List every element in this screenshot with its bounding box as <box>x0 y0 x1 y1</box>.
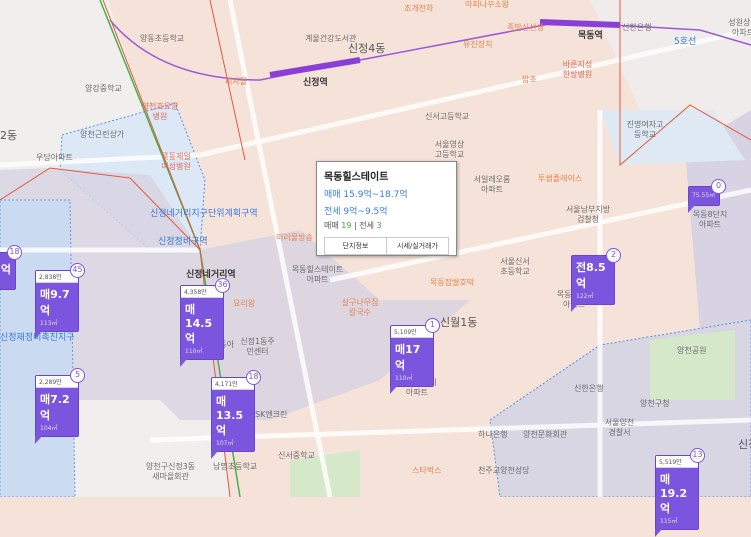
map-label: 목동힐스테이트아파트 <box>291 265 344 284</box>
map-label: 신한은행 <box>622 23 652 32</box>
map-label: 신정정비구역 <box>158 237 208 247</box>
map-label: 서울영상고등학교 <box>434 140 465 159</box>
map-label: 서일레오롬아파트 <box>473 175 511 194</box>
marker-area: 110㎡ <box>395 375 413 382</box>
apartment-price-marker[interactable]: 4,171만 매13.5억 107㎡ 18 <box>211 370 261 459</box>
station-label[interactable]: 신정역 <box>303 78 328 88</box>
listing-count-badge: 18 <box>246 370 261 385</box>
popup-jeonse-range: 전세 9억~9.5억 <box>324 207 388 217</box>
marker-area: 107㎡ <box>216 440 234 447</box>
listing-count-badge: 1 <box>425 318 440 333</box>
map-label: 양강중학교 <box>85 84 122 93</box>
map-label: 성원상떼아파트 <box>728 18 751 37</box>
apartment-price-marker[interactable]: 2,838만 매9.7억 113㎡ 45 <box>35 263 85 339</box>
map-label: 바른지성한방병원 <box>562 60 593 79</box>
marker-price: 매17억 <box>395 343 421 372</box>
map-label: 서울신서초등학교 <box>500 257 530 276</box>
map-label: 살구나무집칼국수 <box>341 298 379 317</box>
marker-price: 매14.5억 <box>185 303 213 345</box>
map-label: 신정1동주민센터 <box>240 337 275 356</box>
listing-count-badge: 2 <box>606 248 621 263</box>
map-label: 아피나꾸소왕 <box>465 0 510 9</box>
complex-info-button[interactable]: 단지정보 <box>325 238 386 254</box>
popup-counts: 매매 19 | 전세 3 <box>324 221 382 230</box>
map-label: 2동 <box>0 129 18 142</box>
apartment-price-marker[interactable]: 전8.5억 122㎡ 2 <box>571 248 621 312</box>
map-label: 목동잡쌀호떡 <box>430 278 475 287</box>
station-label[interactable]: 신정네거리역 <box>186 270 236 280</box>
map-label: 우당아파트 <box>36 153 73 162</box>
listing-count-badge: 45 <box>70 263 85 278</box>
map-label: 족발신선생 <box>507 23 544 32</box>
marker-area: 113㎡ <box>40 320 58 327</box>
map-label: 서울양천경찰서 <box>604 418 635 437</box>
apartment-price-marker[interactable]: 억 18 <box>0 245 22 290</box>
map-label: 양천공원 <box>677 346 707 355</box>
map-label: 진명여자고등학교 <box>626 120 664 139</box>
sale-count-label: 매매 <box>324 221 339 230</box>
map-label: 신한은행 <box>574 384 604 393</box>
park <box>650 330 735 400</box>
map-label: 투썸플레이스 <box>538 174 583 183</box>
apartment-price-marker[interactable]: 2,289만 매7.2억 104㎡ 5 <box>35 368 85 444</box>
listing-count-badge: 13 <box>690 448 705 463</box>
popup-sale-range: 매매 15.9억~18.7억 <box>324 190 408 200</box>
station-label[interactable]: 목동역 <box>578 31 603 41</box>
map-label: 신서고등학교 <box>425 112 470 121</box>
listing-count-badge: 36 <box>215 278 230 293</box>
apartment-price-marker[interactable]: 75.55㎡ 0 <box>688 179 726 213</box>
marker-area: 104㎡ <box>40 425 58 432</box>
marker-area: 110㎡ <box>185 348 203 355</box>
map-label: 천주교양천성당 <box>478 466 530 475</box>
map-label: 신서중학교 <box>278 451 315 460</box>
popup-title: 목동힐스테이트 <box>324 172 389 183</box>
map-label: SK엔크린 <box>255 410 288 419</box>
map-label: 요리왕 <box>233 299 256 308</box>
map-label: 신정4동 <box>348 42 386 55</box>
map-label: 양천근린상가 <box>80 130 125 139</box>
listing-count-badge: 5 <box>70 368 85 383</box>
map-label: 신월1동 <box>440 316 478 329</box>
map-label: 양천효요양병원 <box>141 102 179 121</box>
map-label: 미러물방송 <box>276 233 313 242</box>
marker-price: 매19.2억 <box>660 473 688 515</box>
map-label: 양천구청 <box>640 399 670 408</box>
map-label: 유진장치 <box>463 40 493 49</box>
marker-area: 115㎡ <box>660 518 678 525</box>
map-label: 양천구신정3동새마을회관 <box>145 462 196 481</box>
apartment-price-marker[interactable]: 5,109만 매17억 110㎡ 1 <box>390 318 440 394</box>
map-label: 신정 <box>738 438 751 451</box>
map-label: 조개천하 <box>404 4 434 13</box>
price-history-button[interactable]: 시세/실거래가 <box>386 238 448 254</box>
marker-price: 매13.5억 <box>216 395 244 437</box>
marker-price: 매7.2억 <box>40 393 70 422</box>
map-label: 밥초 <box>522 75 537 84</box>
map-label: 양천문화회관 <box>523 430 568 439</box>
jeonse-count: 3 <box>376 221 382 230</box>
marker-price: 매9.7억 <box>40 288 70 317</box>
jeonse-count-label: 전세 <box>359 221 374 230</box>
sale-count: 19 <box>341 221 352 230</box>
complex-info-popup: 목동힐스테이트 매매 15.9억~18.7억 전세 9억~9.5억 매매 19 … <box>316 161 457 256</box>
subway-line-label: 5호선 <box>674 37 697 47</box>
map-label: 목동제일여성병원 <box>161 152 191 171</box>
map-label: 양동초등학교 <box>140 34 185 43</box>
map-label: 서울남부지방검찰청 <box>565 205 611 224</box>
marker-area: 122㎡ <box>576 293 594 300</box>
listing-count-badge: 18 <box>7 245 22 260</box>
map-label: 스타벅스 <box>412 466 442 475</box>
map-label: 하나은행 <box>478 430 508 439</box>
map-label: 신정네거리지구단위계획구역 <box>150 209 258 219</box>
apartment-price-marker[interactable]: 4,358만 매14.5억 110㎡ 36 <box>180 278 230 367</box>
listing-count-badge: 0 <box>711 179 726 194</box>
apartment-price-marker[interactable]: 5,519만 매19.2억 115㎡ 13 <box>655 448 705 537</box>
map-label: 피자몰 <box>225 77 248 86</box>
map-label: 남명초등학교 <box>213 462 258 471</box>
map-label: 목동8단지아파트 <box>692 210 728 229</box>
